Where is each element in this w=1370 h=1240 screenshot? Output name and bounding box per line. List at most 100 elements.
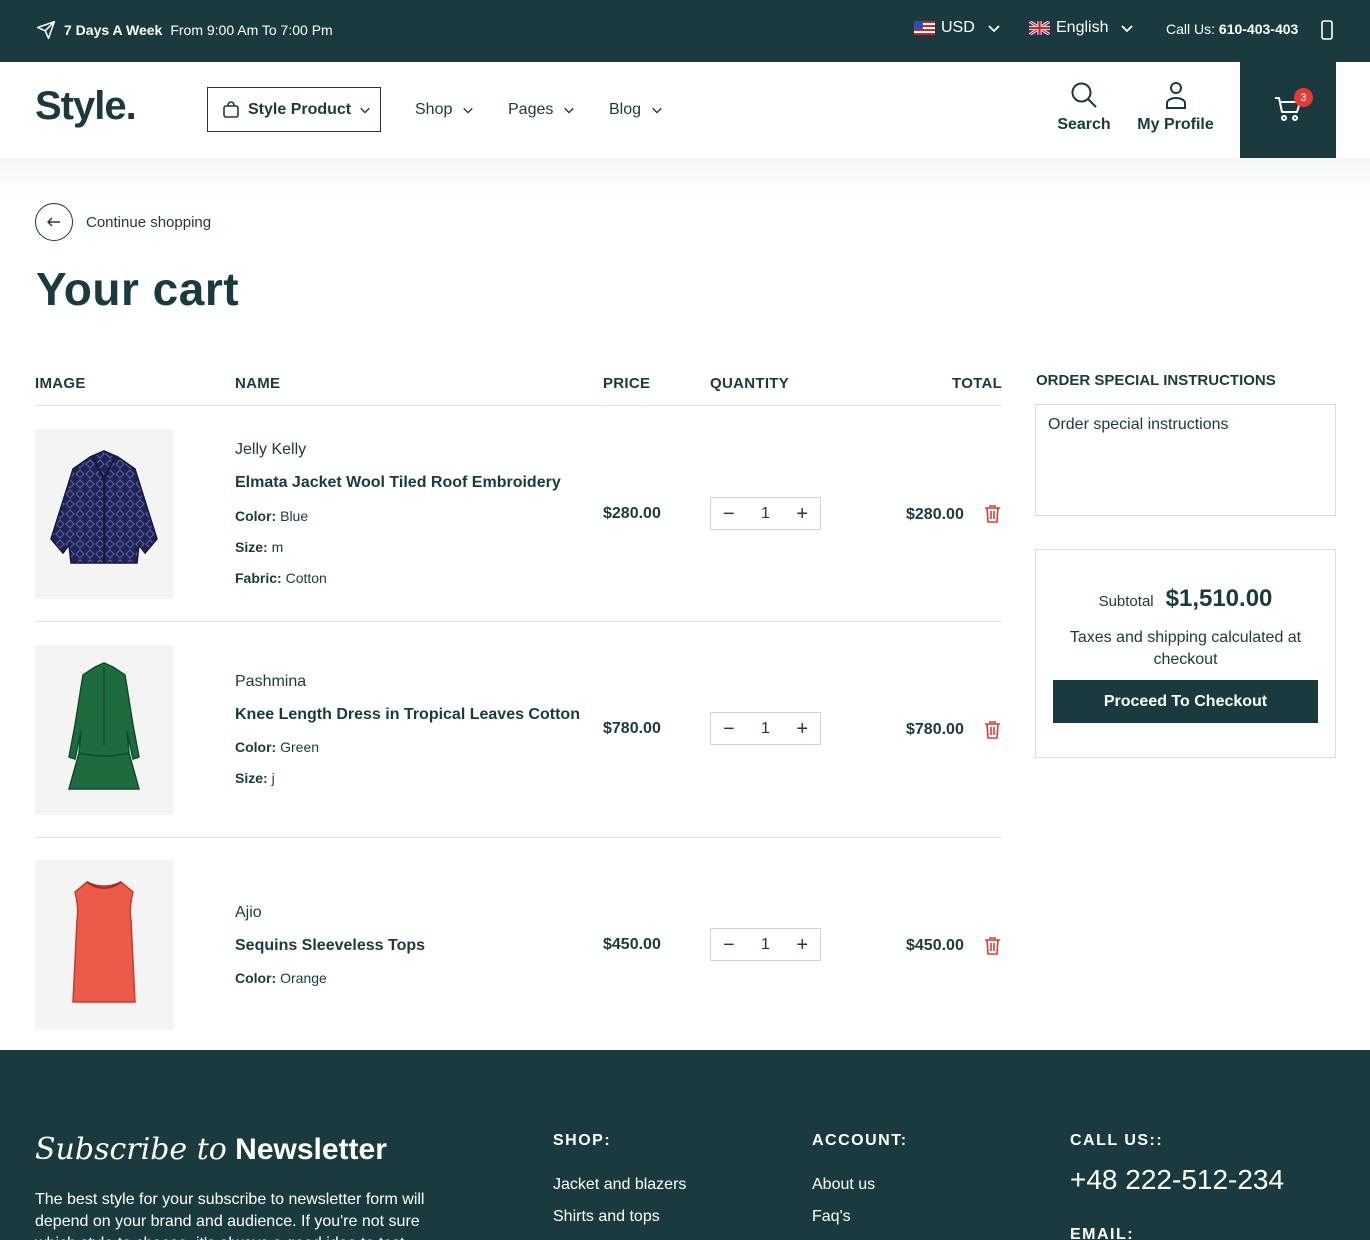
column-header-image: IMAGE bbox=[35, 375, 86, 392]
column-header-price: PRICE bbox=[603, 375, 651, 392]
us-flag-icon bbox=[914, 21, 935, 35]
decrease-quantity-button[interactable]: − bbox=[723, 504, 735, 524]
column-header-total: TOTAL bbox=[952, 375, 1003, 392]
trash-icon[interactable] bbox=[984, 936, 1001, 955]
product-attribute: Color: Blue bbox=[235, 508, 308, 524]
product-name-link[interactable]: Knee Length Dress in Tropical Leaves Cot… bbox=[235, 706, 580, 724]
opening-hours: 7 Days A Week From 9:00 Am To 7:00 Pm bbox=[36, 20, 333, 40]
chevron-down-icon bbox=[651, 104, 663, 116]
product-image-dress[interactable] bbox=[35, 645, 174, 815]
my-profile-button[interactable]: My Profile bbox=[1136, 80, 1215, 134]
quantity-stepper: − 1 + bbox=[710, 712, 821, 745]
nav-blog[interactable]: Blog bbox=[609, 101, 663, 119]
product-vendor: Ajio bbox=[235, 904, 262, 921]
attribute-value: j bbox=[271, 770, 275, 786]
site-logo[interactable]: Style. bbox=[35, 84, 137, 129]
attribute-key: Fabric: bbox=[235, 570, 282, 586]
footer-phone-number[interactable]: +48 222-512-234 bbox=[1070, 1164, 1284, 1196]
product-price: $780.00 bbox=[603, 720, 661, 737]
mobile-phone-icon bbox=[1320, 20, 1334, 40]
nav-blog-label: Blog bbox=[609, 101, 642, 118]
subtotal-value: $1,510.00 bbox=[1165, 585, 1273, 612]
row-divider bbox=[35, 621, 1002, 622]
language-value: English bbox=[1056, 19, 1109, 36]
decrease-quantity-button[interactable]: − bbox=[723, 719, 735, 739]
arrow-left-icon bbox=[35, 203, 73, 241]
newsletter-title-italic: Subscribe to bbox=[35, 1132, 227, 1167]
currency-value: USD bbox=[941, 19, 975, 36]
attribute-key: Size: bbox=[235, 770, 268, 786]
search-label: Search bbox=[1057, 116, 1111, 133]
product-name-link[interactable]: Elmata Jacket Wool Tiled Roof Embroidery bbox=[235, 474, 561, 492]
newsletter-title-bold: Newsletter bbox=[235, 1133, 387, 1166]
product-vendor: Jelly Kelly bbox=[235, 441, 307, 458]
cart-button[interactable] bbox=[1240, 62, 1336, 158]
product-vendor: Pashmina bbox=[235, 673, 307, 690]
product-image-top[interactable] bbox=[35, 860, 174, 1030]
my-profile-label: My Profile bbox=[1137, 116, 1214, 133]
column-header-name: NAME bbox=[235, 375, 281, 392]
language-selector[interactable]: English bbox=[1029, 19, 1134, 37]
quantity-value[interactable]: 1 bbox=[761, 505, 770, 523]
special-instructions-input[interactable] bbox=[1035, 404, 1336, 516]
row-divider bbox=[35, 837, 1002, 838]
call-number: 610-403-403 bbox=[1218, 21, 1299, 37]
trash-icon[interactable] bbox=[984, 504, 1001, 523]
attribute-value: m bbox=[271, 539, 284, 555]
attribute-key: Color: bbox=[235, 970, 277, 986]
product-name-link[interactable]: Sequins Sleeveless Tops bbox=[235, 937, 425, 955]
continue-shopping-link[interactable]: Continue shopping bbox=[35, 203, 211, 241]
trash-icon[interactable] bbox=[984, 720, 1001, 739]
nav-pages[interactable]: Pages bbox=[508, 101, 575, 119]
nav-shop[interactable]: Shop bbox=[415, 101, 474, 119]
subtotal-line: Subtotal $1,510.00 bbox=[1036, 585, 1335, 613]
product-image-jacket[interactable] bbox=[35, 429, 174, 599]
increase-quantity-button[interactable]: + bbox=[796, 719, 808, 739]
search-icon bbox=[1069, 80, 1099, 110]
footer-link[interactable]: Faq's bbox=[812, 1208, 851, 1226]
footer-link[interactable]: About us bbox=[812, 1176, 875, 1194]
product-price: $280.00 bbox=[603, 505, 661, 522]
uk-flag-icon bbox=[1029, 21, 1050, 35]
style-product-label: Style Product bbox=[248, 100, 352, 118]
footer-link[interactable]: Jacket and blazers bbox=[553, 1176, 686, 1194]
nav-shop-label: Shop bbox=[415, 101, 453, 118]
quantity-stepper: − 1 + bbox=[710, 928, 821, 961]
attribute-key: Size: bbox=[235, 539, 268, 555]
footer-call-title: CALL US:: bbox=[1070, 1132, 1164, 1149]
chevron-down-icon bbox=[987, 21, 1001, 35]
product-price: $450.00 bbox=[603, 936, 661, 953]
table-divider bbox=[35, 405, 1002, 406]
top-call-us[interactable]: Call Us: 610-403-403 bbox=[1166, 21, 1298, 37]
search-button[interactable]: Search bbox=[1057, 80, 1111, 134]
quantity-value[interactable]: 1 bbox=[761, 720, 770, 738]
currency-selector[interactable]: USD bbox=[914, 19, 1001, 37]
quantity-stepper: − 1 + bbox=[710, 497, 821, 530]
nav-pages-label: Pages bbox=[508, 101, 554, 118]
continue-shopping-label: Continue shopping bbox=[86, 213, 212, 231]
product-attribute: Color: Green bbox=[235, 739, 319, 755]
attribute-value: Cotton bbox=[285, 570, 327, 586]
attribute-value: Green bbox=[280, 739, 320, 755]
chevron-down-icon bbox=[359, 104, 371, 116]
footer-account-title: ACCOUNT: bbox=[812, 1132, 908, 1149]
increase-quantity-button[interactable]: + bbox=[796, 935, 808, 955]
decrease-quantity-button[interactable]: − bbox=[723, 935, 735, 955]
product-attribute: Color: Orange bbox=[235, 970, 327, 986]
attribute-key: Color: bbox=[235, 739, 277, 755]
attribute-value: Orange bbox=[280, 970, 327, 986]
chevron-down-icon bbox=[462, 104, 474, 116]
hours-days: 7 Days A Week bbox=[64, 22, 163, 38]
instructions-title: ORDER SPECIAL INSTRUCTIONS bbox=[1036, 372, 1276, 389]
increase-quantity-button[interactable]: + bbox=[796, 504, 808, 524]
top-bar: 7 Days A Week From 9:00 Am To 7:00 Pm US… bbox=[0, 0, 1370, 62]
proceed-to-checkout-button[interactable]: Proceed To Checkout bbox=[1053, 680, 1318, 723]
footer-link[interactable]: Shirts and tops bbox=[553, 1208, 660, 1226]
line-total: $450.00 bbox=[906, 937, 964, 954]
style-product-button[interactable]: Style Product bbox=[207, 87, 381, 132]
header-shadow bbox=[0, 158, 1370, 198]
chevron-down-icon bbox=[1120, 21, 1134, 35]
attribute-value: Blue bbox=[280, 508, 309, 524]
site-footer: Subscribe to Newsletter The best style f… bbox=[0, 1050, 1370, 1240]
quantity-value[interactable]: 1 bbox=[761, 936, 770, 954]
